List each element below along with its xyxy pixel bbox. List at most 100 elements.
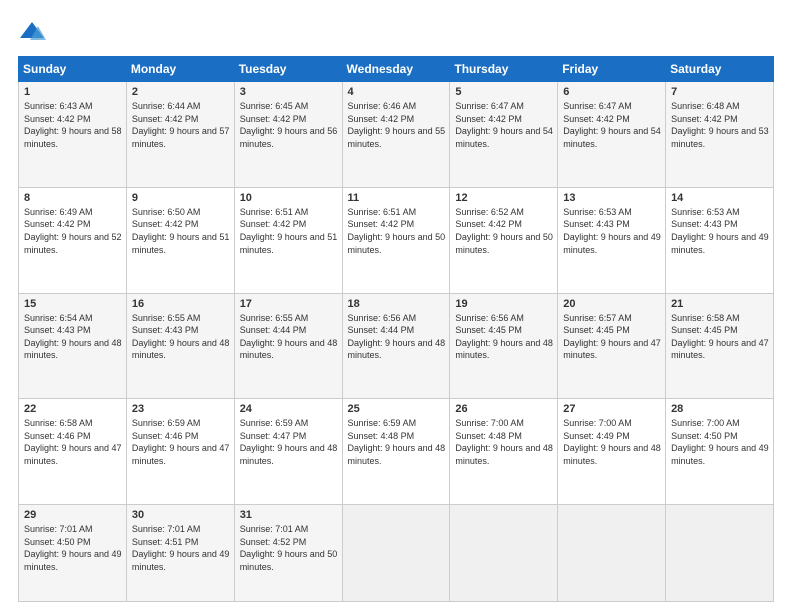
col-header-friday: Friday bbox=[558, 57, 666, 82]
day-number: 25 bbox=[348, 403, 446, 415]
day-number: 30 bbox=[132, 509, 230, 521]
calendar-cell: 27 Sunrise: 7:00 AMSunset: 4:49 PMDayligh… bbox=[558, 399, 666, 505]
day-info: Sunrise: 7:01 AMSunset: 4:51 PMDaylight:… bbox=[132, 524, 230, 572]
calendar-cell: 6Sunrise: 6:47 AMSunset: 4:42 PMDaylight… bbox=[558, 82, 666, 188]
day-info: Sunrise: 6:53 AMSunset: 4:43 PMDaylight:… bbox=[563, 207, 661, 255]
calendar-cell: 24 Sunrise: 6:59 AMSunset: 4:47 PMDayligh… bbox=[234, 399, 342, 505]
day-info: Sunrise: 6:58 AMSunset: 4:46 PMDaylight:… bbox=[24, 418, 122, 466]
day-number: 4 bbox=[348, 86, 446, 98]
day-info: Sunrise: 6:44 AMSunset: 4:42 PMDaylight:… bbox=[132, 101, 230, 149]
calendar-cell: 22 Sunrise: 6:58 AMSunset: 4:46 PMDayligh… bbox=[19, 399, 127, 505]
day-info: Sunrise: 6:47 AMSunset: 4:42 PMDaylight:… bbox=[455, 101, 553, 149]
day-number: 9 bbox=[132, 192, 230, 204]
day-number: 13 bbox=[563, 192, 661, 204]
calendar-cell bbox=[450, 505, 558, 602]
day-number: 3 bbox=[240, 86, 338, 98]
day-number: 24 bbox=[240, 403, 338, 415]
day-number: 26 bbox=[455, 403, 553, 415]
day-number: 12 bbox=[455, 192, 553, 204]
day-number: 8 bbox=[24, 192, 122, 204]
day-info: Sunrise: 7:01 AMSunset: 4:50 PMDaylight:… bbox=[24, 524, 122, 572]
day-number: 14 bbox=[671, 192, 769, 204]
calendar-cell: 11 Sunrise: 6:51 AMSunset: 4:42 PMDayligh… bbox=[342, 187, 450, 293]
calendar-cell: 29 Sunrise: 7:01 AMSunset: 4:50 PMDayligh… bbox=[19, 505, 127, 602]
calendar-cell: 23Sunrise: 6:59 AMSunset: 4:46 PMDayligh… bbox=[126, 399, 234, 505]
calendar-cell: 9 Sunrise: 6:50 AMSunset: 4:42 PMDaylight… bbox=[126, 187, 234, 293]
day-info: Sunrise: 6:59 AMSunset: 4:46 PMDaylight:… bbox=[132, 418, 230, 466]
day-info: Sunrise: 6:54 AMSunset: 4:43 PMDaylight:… bbox=[24, 313, 122, 361]
calendar-cell: 21 Sunrise: 6:58 AMSunset: 4:45 PMDayligh… bbox=[666, 293, 774, 399]
day-number: 6 bbox=[563, 86, 661, 98]
calendar-cell bbox=[558, 505, 666, 602]
day-info: Sunrise: 6:53 AMSunset: 4:43 PMDaylight:… bbox=[671, 207, 769, 255]
col-header-wednesday: Wednesday bbox=[342, 57, 450, 82]
day-number: 28 bbox=[671, 403, 769, 415]
day-info: Sunrise: 6:46 AMSunset: 4:42 PMDaylight:… bbox=[348, 101, 446, 149]
day-info: Sunrise: 6:56 AMSunset: 4:45 PMDaylight:… bbox=[455, 313, 553, 361]
day-number: 1 bbox=[24, 86, 122, 98]
calendar-cell: 30 Sunrise: 7:01 AMSunset: 4:51 PMDayligh… bbox=[126, 505, 234, 602]
day-info: Sunrise: 6:45 AMSunset: 4:42 PMDaylight:… bbox=[240, 101, 338, 149]
day-number: 20 bbox=[563, 298, 661, 310]
day-info: Sunrise: 6:48 AMSunset: 4:42 PMDaylight:… bbox=[671, 101, 769, 149]
day-info: Sunrise: 7:01 AMSunset: 4:52 PMDaylight:… bbox=[240, 524, 338, 572]
col-header-tuesday: Tuesday bbox=[234, 57, 342, 82]
day-info: Sunrise: 6:55 AMSunset: 4:43 PMDaylight:… bbox=[132, 313, 230, 361]
col-header-saturday: Saturday bbox=[666, 57, 774, 82]
day-info: Sunrise: 6:51 AMSunset: 4:42 PMDaylight:… bbox=[348, 207, 446, 255]
day-info: Sunrise: 7:00 AMSunset: 4:50 PMDaylight:… bbox=[671, 418, 769, 466]
col-header-sunday: Sunday bbox=[19, 57, 127, 82]
calendar-table: SundayMondayTuesdayWednesdayThursdayFrid… bbox=[18, 56, 774, 602]
day-info: Sunrise: 6:43 AMSunset: 4:42 PMDaylight:… bbox=[24, 101, 122, 149]
calendar-cell: 28 Sunrise: 7:00 AMSunset: 4:50 PMDayligh… bbox=[666, 399, 774, 505]
day-number: 15 bbox=[24, 298, 122, 310]
calendar-cell: 16 Sunrise: 6:55 AMSunset: 4:43 PMDayligh… bbox=[126, 293, 234, 399]
day-number: 16 bbox=[132, 298, 230, 310]
day-number: 27 bbox=[563, 403, 661, 415]
logo bbox=[18, 18, 50, 46]
day-info: Sunrise: 6:59 AMSunset: 4:47 PMDaylight:… bbox=[240, 418, 338, 466]
calendar-cell: 8 Sunrise: 6:49 AMSunset: 4:42 PMDaylight… bbox=[19, 187, 127, 293]
day-number: 11 bbox=[348, 192, 446, 204]
day-info: Sunrise: 6:55 AMSunset: 4:44 PMDaylight:… bbox=[240, 313, 338, 361]
day-number: 19 bbox=[455, 298, 553, 310]
calendar-cell: 5 Sunrise: 6:47 AMSunset: 4:42 PMDaylight… bbox=[450, 82, 558, 188]
calendar-cell: 4 Sunrise: 6:46 AMSunset: 4:42 PMDaylight… bbox=[342, 82, 450, 188]
day-info: Sunrise: 6:51 AMSunset: 4:42 PMDaylight:… bbox=[240, 207, 338, 255]
calendar-cell bbox=[342, 505, 450, 602]
day-number: 22 bbox=[24, 403, 122, 415]
calendar-cell bbox=[666, 505, 774, 602]
calendar-cell: 2 Sunrise: 6:44 AMSunset: 4:42 PMDaylight… bbox=[126, 82, 234, 188]
calendar-cell: 10Sunrise: 6:51 AMSunset: 4:42 PMDayligh… bbox=[234, 187, 342, 293]
col-header-thursday: Thursday bbox=[450, 57, 558, 82]
logo-icon bbox=[18, 18, 46, 46]
col-header-monday: Monday bbox=[126, 57, 234, 82]
day-number: 31 bbox=[240, 509, 338, 521]
day-info: Sunrise: 6:58 AMSunset: 4:45 PMDaylight:… bbox=[671, 313, 769, 361]
day-info: Sunrise: 6:57 AMSunset: 4:45 PMDaylight:… bbox=[563, 313, 661, 361]
calendar-cell: 14 Sunrise: 6:53 AMSunset: 4:43 PMDayligh… bbox=[666, 187, 774, 293]
day-info: Sunrise: 6:50 AMSunset: 4:42 PMDaylight:… bbox=[132, 207, 230, 255]
day-number: 2 bbox=[132, 86, 230, 98]
calendar-cell: 1 Sunrise: 6:43 AMSunset: 4:42 PMDaylight… bbox=[19, 82, 127, 188]
day-info: Sunrise: 6:59 AMSunset: 4:48 PMDaylight:… bbox=[348, 418, 446, 466]
calendar-cell: 19 Sunrise: 6:56 AMSunset: 4:45 PMDayligh… bbox=[450, 293, 558, 399]
page: SundayMondayTuesdayWednesdayThursdayFrid… bbox=[0, 0, 792, 612]
calendar-cell: 12 Sunrise: 6:52 AMSunset: 4:42 PMDayligh… bbox=[450, 187, 558, 293]
day-info: Sunrise: 6:49 AMSunset: 4:42 PMDaylight:… bbox=[24, 207, 122, 255]
day-number: 29 bbox=[24, 509, 122, 521]
day-number: 18 bbox=[348, 298, 446, 310]
day-info: Sunrise: 7:00 AMSunset: 4:49 PMDaylight:… bbox=[563, 418, 661, 466]
day-number: 5 bbox=[455, 86, 553, 98]
calendar-cell: 31 Sunrise: 7:01 AMSunset: 4:52 PMDayligh… bbox=[234, 505, 342, 602]
day-info: Sunrise: 6:52 AMSunset: 4:42 PMDaylight:… bbox=[455, 207, 553, 255]
day-info: Sunrise: 7:00 AMSunset: 4:48 PMDaylight:… bbox=[455, 418, 553, 466]
calendar-cell: 17Sunrise: 6:55 AMSunset: 4:44 PMDayligh… bbox=[234, 293, 342, 399]
day-number: 7 bbox=[671, 86, 769, 98]
day-number: 21 bbox=[671, 298, 769, 310]
calendar-cell: 13 Sunrise: 6:53 AMSunset: 4:43 PMDayligh… bbox=[558, 187, 666, 293]
calendar-cell: 25 Sunrise: 6:59 AMSunset: 4:48 PMDayligh… bbox=[342, 399, 450, 505]
calendar-header-row: SundayMondayTuesdayWednesdayThursdayFrid… bbox=[19, 57, 774, 82]
calendar-cell: 7 Sunrise: 6:48 AMSunset: 4:42 PMDaylight… bbox=[666, 82, 774, 188]
calendar-cell: 18Sunrise: 6:56 AMSunset: 4:44 PMDayligh… bbox=[342, 293, 450, 399]
